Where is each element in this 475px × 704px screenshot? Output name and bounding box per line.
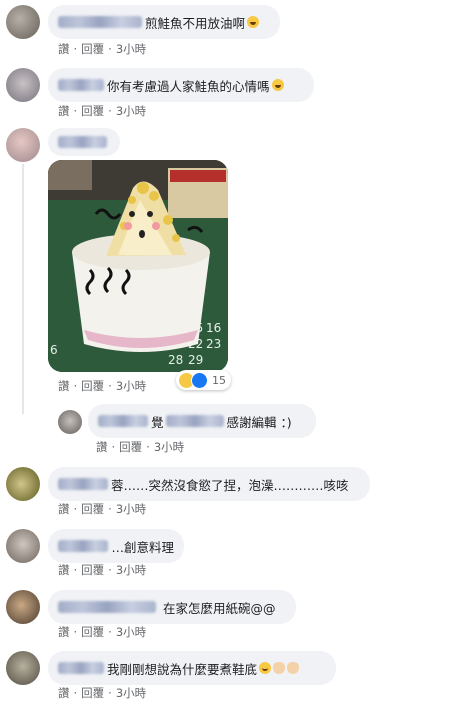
comment-bubble: 你有考慮過人家鮭魚的心情嗎	[48, 68, 314, 102]
reaction-summary[interactable]: 15	[176, 370, 231, 390]
timestamp[interactable]: 3小時	[116, 685, 146, 701]
reply-button[interactable]: 回覆	[119, 439, 142, 455]
comment-actions: 讚 · 回覆 · 3小時	[58, 624, 147, 640]
comment-actions: 讚 · 回覆 · 3小時	[58, 685, 147, 701]
commenter-name[interactable]	[58, 136, 107, 148]
svg-text:6: 6	[50, 343, 58, 357]
avatar[interactable]	[6, 529, 40, 563]
timestamp[interactable]: 3小時	[116, 501, 146, 517]
reply-button[interactable]: 回覆	[81, 103, 104, 119]
reply-button[interactable]: 回覆	[81, 378, 104, 394]
timestamp[interactable]: 3小時	[154, 439, 184, 455]
timestamp[interactable]: 3小時	[116, 624, 146, 640]
comment-text: 你有考慮過人家鮭魚的心情嗎	[107, 78, 270, 94]
read-button[interactable]: 讚	[58, 41, 70, 57]
svg-text:28: 28	[168, 353, 183, 367]
timestamp[interactable]: 3小時	[116, 378, 146, 394]
read-button[interactable]: 讚	[58, 501, 70, 517]
reply-prefix: 覺	[151, 414, 164, 430]
comment-actions: 讚 · 回覆 · 3小時	[58, 41, 147, 57]
reply-bubble: 覺 感謝編輯 ：)	[88, 404, 316, 438]
avatar[interactable]	[6, 128, 40, 162]
smile-icon	[259, 662, 272, 674]
reaction-count: 15	[212, 373, 226, 387]
avatar[interactable]	[6, 590, 40, 624]
comment-actions: 讚 · 回覆 · 3小時	[58, 378, 147, 394]
hand-icon	[287, 662, 300, 674]
comment-bubble: …創意料理	[48, 529, 184, 563]
commenter-name[interactable]	[58, 662, 104, 674]
avatar[interactable]	[58, 410, 82, 434]
avatar[interactable]	[6, 68, 40, 102]
hand-icon	[273, 662, 286, 674]
commenter-name[interactable]	[58, 16, 142, 28]
svg-text:16: 16	[206, 321, 221, 335]
reply-button[interactable]: 回覆	[81, 562, 104, 578]
read-button[interactable]: 讚	[58, 685, 70, 701]
mentioned-name[interactable]	[165, 415, 224, 427]
avatar[interactable]	[6, 467, 40, 501]
read-button[interactable]: 讚	[96, 439, 108, 455]
timestamp[interactable]: 3小時	[116, 41, 146, 57]
like-reaction-icon	[191, 371, 208, 389]
comment-text: 在家怎麼用紙碗@@	[163, 600, 276, 616]
commenter-name[interactable]	[58, 601, 156, 613]
comment-text: …創意料理	[111, 539, 174, 555]
svg-text:29: 29	[188, 353, 203, 367]
timestamp[interactable]: 3小時	[116, 562, 146, 578]
comment-actions: 讚 · 回覆 · 3小時	[58, 103, 147, 119]
laugh-icon	[271, 79, 284, 91]
comment-text: 我剛剛想說為什麼要煮鞋底	[107, 661, 258, 677]
avatar[interactable]	[6, 5, 40, 39]
read-button[interactable]: 讚	[58, 378, 70, 394]
commenter-name[interactable]	[58, 540, 109, 552]
comment-bubble: 煎鮭魚不用放油啊	[48, 5, 280, 39]
commenter-name[interactable]	[58, 79, 104, 91]
reply-button[interactable]: 回覆	[81, 41, 104, 57]
salmon-bowl-image: 61415 212216 232829	[48, 160, 228, 372]
read-button[interactable]: 讚	[58, 624, 70, 640]
comment-bubble: 在家怎麼用紙碗@@	[48, 590, 296, 624]
reply-text: 感謝編輯 ：)	[226, 414, 292, 430]
comment-text: 蓉……突然沒食慾了捏，泡澡…………咳咳	[111, 477, 349, 493]
comment-actions: 讚 · 回覆 · 3小時	[58, 562, 147, 578]
reply-button[interactable]: 回覆	[81, 624, 104, 640]
comment-bubble: 蓉……突然沒食慾了捏，泡澡…………咳咳	[48, 467, 370, 501]
read-button[interactable]: 讚	[58, 562, 70, 578]
avatar[interactable]	[6, 651, 40, 685]
replier-name[interactable]	[98, 415, 148, 427]
reply-thread-line	[22, 164, 24, 414]
laugh-icon	[247, 16, 260, 28]
reply-button[interactable]: 回覆	[81, 685, 104, 701]
comment-photo[interactable]: 61415 212216 232829	[48, 160, 228, 372]
comment-actions: 讚 · 回覆 · 3小時	[96, 439, 185, 455]
commenter-name[interactable]	[58, 478, 108, 490]
comment-bubble	[48, 128, 120, 156]
read-button[interactable]: 讚	[58, 103, 70, 119]
comment-bubble: 我剛剛想說為什麼要煮鞋底	[48, 651, 336, 685]
svg-text:23: 23	[206, 337, 221, 351]
comment-actions: 讚 · 回覆 · 3小時	[58, 501, 147, 517]
comment-text: 煎鮭魚不用放油啊	[145, 15, 246, 31]
reply-button[interactable]: 回覆	[81, 501, 104, 517]
timestamp[interactable]: 3小時	[116, 103, 146, 119]
